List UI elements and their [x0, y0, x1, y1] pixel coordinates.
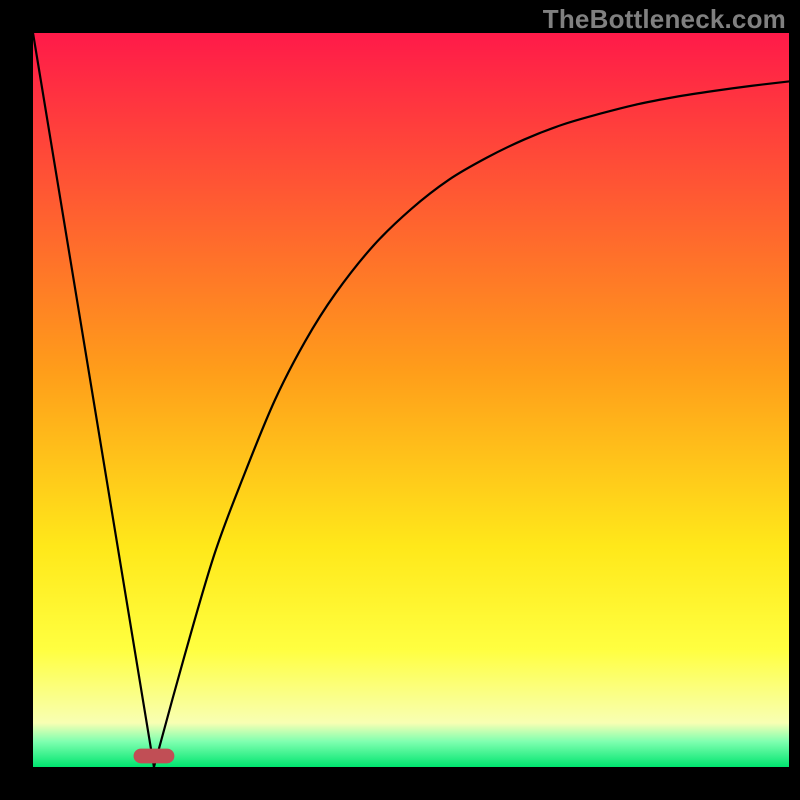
chart-frame: TheBottleneck.com — [0, 0, 800, 800]
chart-background — [33, 33, 789, 767]
watermark-text: TheBottleneck.com — [543, 4, 786, 35]
min-marker — [134, 749, 175, 764]
bottleneck-chart — [33, 33, 789, 767]
